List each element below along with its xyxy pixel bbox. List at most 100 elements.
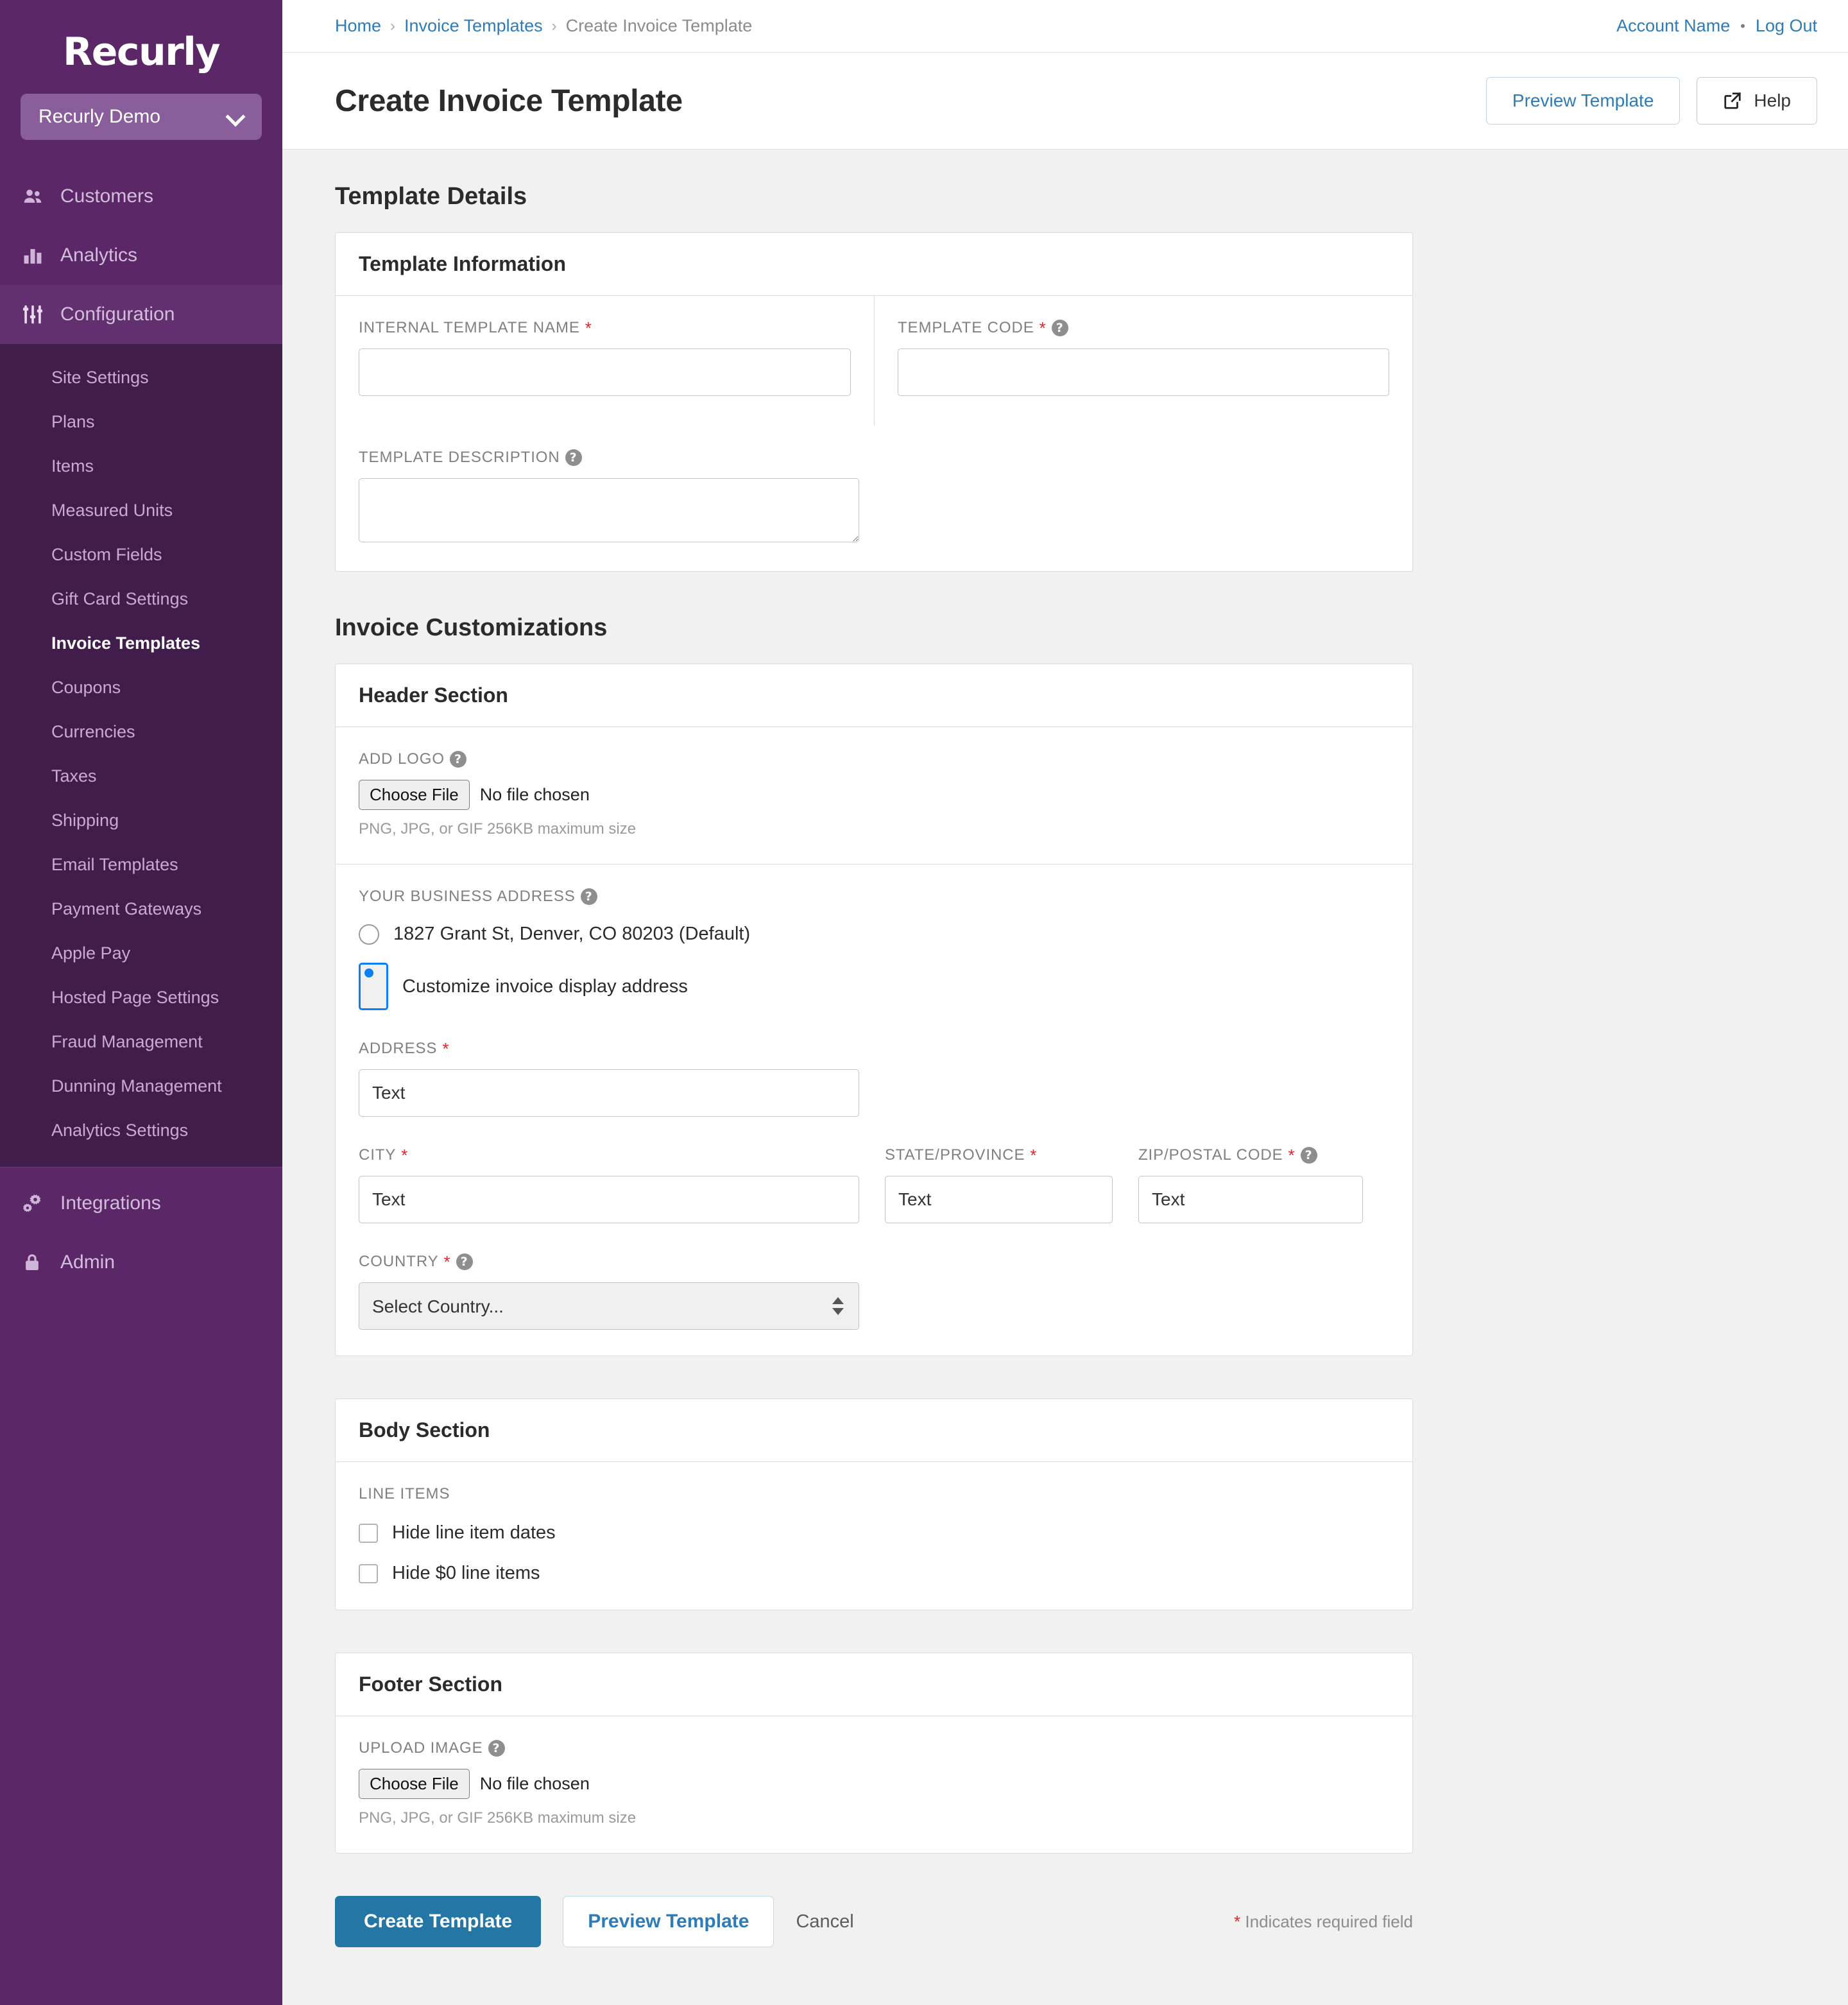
help-tooltip-icon[interactable]: ? <box>450 751 466 768</box>
sidebar-item-items[interactable]: Items <box>0 444 282 488</box>
sidebar-item-admin[interactable]: Admin <box>0 1233 282 1292</box>
field-label-text: LINE ITEMS <box>359 1485 450 1503</box>
choose-file-button-footer[interactable]: Choose File <box>359 1769 470 1799</box>
sidebar-item-taxes[interactable]: Taxes <box>0 754 282 798</box>
template-description-textarea[interactable] <box>359 478 859 542</box>
sidebar-item-label: Integrations <box>60 1192 161 1214</box>
checkbox-box[interactable] <box>359 1524 378 1543</box>
logo-file-status: No file chosen <box>480 785 590 805</box>
line-items-block: LINE ITEMS Hide line item dates Hide $0 … <box>336 1462 1412 1610</box>
help-tooltip-icon[interactable]: ? <box>488 1740 505 1757</box>
zip-postal-code-field: ZIP/POSTAL CODE * ? <box>1138 1146 1363 1223</box>
state-province-label: STATE/PROVINCE * <box>885 1146 1113 1164</box>
checkbox-hide-zero-line-items[interactable]: Hide $0 line items <box>359 1563 1389 1584</box>
country-select[interactable]: Select Country... <box>359 1282 859 1330</box>
preview-template-button-top[interactable]: Preview Template <box>1486 77 1680 125</box>
template-information-card-title: Template Information <box>336 233 1412 296</box>
breadcrumb-separator-icon: › <box>552 17 557 35</box>
radio-customize-address[interactable]: Customize invoice display address <box>359 963 1389 1010</box>
breadcrumb-home[interactable]: Home <box>335 16 381 36</box>
internal-template-name-field: INTERNAL TEMPLATE NAME * <box>336 296 875 426</box>
sidebar-item-analytics[interactable]: Analytics <box>0 226 282 285</box>
external-link-icon <box>1723 91 1742 110</box>
field-label-text: TEMPLATE CODE <box>898 319 1034 337</box>
bar-chart-icon <box>22 245 60 266</box>
account-selector-label: Recurly Demo <box>38 106 227 128</box>
form-content: Template Details Template Information IN… <box>282 150 1848 2005</box>
radio-button[interactable] <box>359 924 379 945</box>
sidebar-item-analytics-settings[interactable]: Analytics Settings <box>0 1108 282 1153</box>
radio-button-selected[interactable] <box>359 963 388 1010</box>
account-links: Account Name • Log Out <box>1616 16 1817 36</box>
add-logo-field: ADD LOGO ? Choose File No file chosen PN… <box>336 727 1412 864</box>
sidebar-item-plans[interactable]: Plans <box>0 400 282 444</box>
breadcrumb-invoice-templates[interactable]: Invoice Templates <box>404 16 543 36</box>
template-description-field: TEMPLATE DESCRIPTION ? <box>336 426 1412 571</box>
sidebar-item-invoice-templates[interactable]: Invoice Templates <box>0 621 282 666</box>
log-out-link[interactable]: Log Out <box>1756 16 1817 36</box>
help-tooltip-icon[interactable]: ? <box>581 888 597 905</box>
create-template-button[interactable]: Create Template <box>335 1896 541 1947</box>
account-selector[interactable]: Recurly Demo <box>21 94 262 140</box>
brand-logo[interactable]: Recurly <box>0 0 282 94</box>
page-header: Create Invoice Template Preview Template… <box>282 53 1848 150</box>
sidebar-item-dunning-management[interactable]: Dunning Management <box>0 1064 282 1108</box>
sidebar-item-apple-pay[interactable]: Apple Pay <box>0 931 282 976</box>
state-province-input[interactable] <box>885 1176 1113 1223</box>
upload-image-field: UPLOAD IMAGE ? Choose File No file chose… <box>336 1716 1412 1853</box>
form-actions: Create Template Preview Template Cancel … <box>335 1896 1413 2005</box>
help-tooltip-icon[interactable]: ? <box>1301 1147 1317 1164</box>
sidebar-item-measured-units[interactable]: Measured Units <box>0 488 282 533</box>
sidebar-item-shipping[interactable]: Shipping <box>0 798 282 843</box>
help-tooltip-icon[interactable]: ? <box>456 1253 473 1270</box>
city-state-zip-row: CITY * STATE/PROVINCE * <box>359 1146 1389 1223</box>
sidebar-item-currencies[interactable]: Currencies <box>0 710 282 754</box>
sidebar-item-payment-gateways[interactable]: Payment Gateways <box>0 887 282 931</box>
field-label-text: YOUR BUSINESS ADDRESS <box>359 888 576 906</box>
template-code-input[interactable] <box>898 349 1389 396</box>
footer-upload-hint: PNG, JPG, or GIF 256KB maximum size <box>359 1809 1389 1827</box>
help-button[interactable]: Help <box>1697 77 1817 125</box>
sidebar-item-configuration[interactable]: Configuration <box>0 285 282 344</box>
radio-label: 1827 Grant St, Denver, CO 80203 (Default… <box>393 924 750 945</box>
sidebar-item-coupons[interactable]: Coupons <box>0 666 282 710</box>
page-title: Create Invoice Template <box>335 83 1486 119</box>
sidebar-item-site-settings[interactable]: Site Settings <box>0 356 282 400</box>
sidebar-item-custom-fields[interactable]: Custom Fields <box>0 533 282 577</box>
top-bar: Home › Invoice Templates › Create Invoic… <box>282 0 1848 53</box>
field-label-text: CITY <box>359 1146 396 1164</box>
business-address-block: YOUR BUSINESS ADDRESS ? 1827 Grant St, D… <box>336 864 1412 1355</box>
choose-file-button-logo[interactable]: Choose File <box>359 780 470 810</box>
body-section-card: Body Section LINE ITEMS Hide line item d… <box>335 1398 1413 1610</box>
template-description-label: TEMPLATE DESCRIPTION ? <box>359 449 1389 467</box>
internal-template-name-input[interactable] <box>359 349 851 396</box>
required-asterisk: * <box>401 1147 408 1164</box>
sidebar-submenu-configuration: Site Settings Plans Items Measured Units… <box>0 344 282 1167</box>
zip-postal-code-input[interactable] <box>1138 1176 1363 1223</box>
radio-default-address[interactable]: 1827 Grant St, Denver, CO 80203 (Default… <box>359 924 1389 945</box>
checkbox-box[interactable] <box>359 1564 378 1583</box>
template-information-row: INTERNAL TEMPLATE NAME * TEMPLATE CODE *… <box>336 296 1412 426</box>
sidebar-item-customers[interactable]: Customers <box>0 167 282 226</box>
required-asterisk: * <box>444 1253 451 1270</box>
sidebar-item-email-templates[interactable]: Email Templates <box>0 843 282 887</box>
sidebar-item-hosted-page-settings[interactable]: Hosted Page Settings <box>0 976 282 1020</box>
help-tooltip-icon[interactable]: ? <box>565 449 582 466</box>
field-label-text: ADDRESS <box>359 1040 437 1058</box>
sidebar-item-integrations[interactable]: Integrations <box>0 1174 282 1233</box>
page-header-actions: Preview Template Help <box>1486 77 1817 125</box>
sidebar-item-fraud-management[interactable]: Fraud Management <box>0 1020 282 1064</box>
country-label: COUNTRY * ? <box>359 1253 1389 1271</box>
cancel-button[interactable]: Cancel <box>796 1911 853 1932</box>
city-input[interactable] <box>359 1176 859 1223</box>
help-tooltip-icon[interactable]: ? <box>1052 320 1068 336</box>
checkbox-hide-line-item-dates[interactable]: Hide line item dates <box>359 1522 1389 1544</box>
city-label: CITY * <box>359 1146 859 1164</box>
account-name-link[interactable]: Account Name <box>1616 16 1730 36</box>
preview-template-button-bottom[interactable]: Preview Template <box>563 1896 774 1947</box>
field-label-text: ZIP/POSTAL CODE <box>1138 1146 1283 1164</box>
sidebar-item-gift-card-settings[interactable]: Gift Card Settings <box>0 577 282 621</box>
required-asterisk: * <box>585 320 592 336</box>
field-label-text: UPLOAD IMAGE <box>359 1739 483 1757</box>
address-input[interactable] <box>359 1069 859 1117</box>
